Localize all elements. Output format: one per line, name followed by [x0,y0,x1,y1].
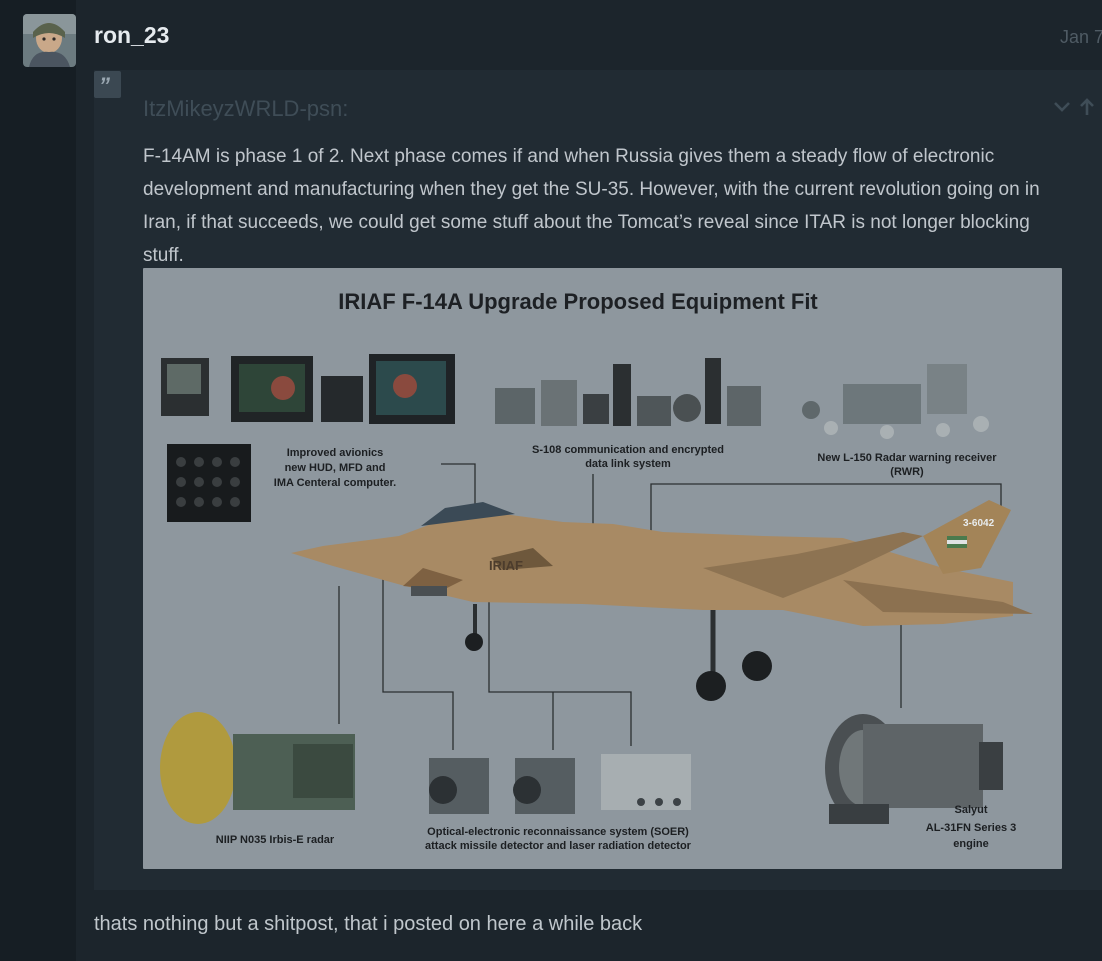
s108-label-2: data link system [585,458,671,470]
username[interactable]: ron_23 [94,22,169,49]
avionics-label-1: Improved avionics [287,447,384,459]
engine-label-3: engine [953,838,988,850]
image-title: IRIAF F-14A Upgrade Proposed Equipment F… [338,289,818,314]
svg-text:”: ” [99,73,110,98]
post-date[interactable]: Jan 7 [1060,27,1102,48]
arrow-up-icon[interactable] [1078,96,1096,118]
left-gutter [0,0,76,961]
soer-label-1: Optical-electronic reconnaissance system… [427,826,689,838]
soer-label-2: attack missile detector and laser radiat… [425,840,692,852]
chevron-down-icon[interactable] [1053,96,1071,118]
quote-icon: ” [94,71,121,98]
quote-text: F-14AM is phase 1 of 2. Next phase comes… [143,146,1040,266]
soer-equipment [429,754,691,814]
quote-author[interactable]: ItzMikeyzWRLD-psn: [143,96,348,122]
avionics-label-2: new HUD, MFD and [285,462,386,474]
tail-number: 3-6042 [963,518,995,529]
engine-label-1: Salyut [954,804,987,816]
post-reply-text: thats nothing but a shitpost, that i pos… [94,913,643,935]
fuselage-marking: IRIAF [489,558,523,573]
avionics-label-3: IMA Centeral computer. [274,477,396,489]
quoted-image[interactable]: IRIAF F-14A Upgrade Proposed Equipment F… [143,268,1062,869]
rwr-label-2: (RWR) [890,466,924,478]
radar-label: NIIP N035 Irbis-E radar [216,834,335,846]
s108-label-1: S-108 communication and encrypted [532,444,724,456]
engine-label-2: AL-31FN Series 3 [926,822,1016,834]
avatar[interactable] [23,14,76,67]
rwr-label-1: New L-150 Radar warning receiver [817,452,997,464]
